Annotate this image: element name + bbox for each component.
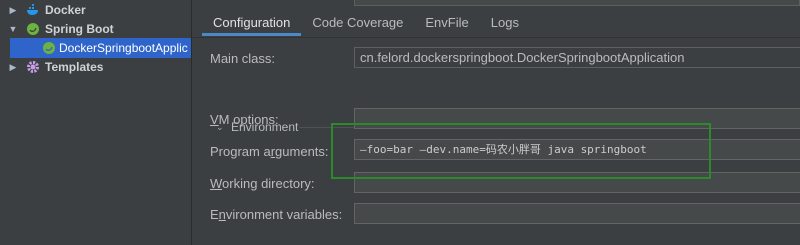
tree-item-label: DockerSpringbootApplic xyxy=(59,41,188,55)
mnemonic: V xyxy=(210,112,219,127)
name-field[interactable] xyxy=(354,0,800,6)
tab-bar: Configuration Code Coverage EnvFile Logs xyxy=(202,12,530,36)
tree-item-label: Spring Boot xyxy=(45,22,114,36)
mnemonic: n xyxy=(218,207,226,222)
tab-logs[interactable]: Logs xyxy=(480,12,530,36)
tree-item-templates[interactable]: ▶ Templates xyxy=(0,57,191,77)
tab-envfile[interactable]: EnvFile xyxy=(414,12,479,36)
docker-icon xyxy=(26,3,40,17)
program-arguments-label: Program arguments: xyxy=(210,144,329,159)
tab-configuration[interactable]: Configuration xyxy=(202,12,302,36)
gear-icon xyxy=(26,60,40,74)
label-text: Program a xyxy=(210,144,271,159)
tree-item-docker[interactable]: ▶ Docker xyxy=(0,0,191,20)
tree-item-label: Templates xyxy=(45,60,104,74)
environment-variables-field[interactable] xyxy=(354,203,800,224)
label-text: vironment variables: xyxy=(225,207,343,222)
run-configuration-dialog: ▶ Docker ▼ Spring Boot DockerSpringbootA… xyxy=(0,0,800,245)
working-directory-label: Working directory: xyxy=(210,176,315,191)
collapse-arrow-icon[interactable]: ▼ xyxy=(8,24,18,34)
configuration-tree: ▶ Docker ▼ Spring Boot DockerSpringbootA… xyxy=(0,0,191,245)
annotation-highlight-box xyxy=(331,123,711,179)
label-text: E xyxy=(210,207,219,222)
spring-boot-icon xyxy=(26,22,40,36)
label-text: M options: xyxy=(218,112,279,127)
tab-code-coverage[interactable]: Code Coverage xyxy=(301,12,414,36)
label-text: orking directory: xyxy=(222,176,315,191)
label-text: guments: xyxy=(275,144,329,159)
main-class-label: Main class: xyxy=(210,51,276,66)
expand-arrow-icon[interactable]: ▶ xyxy=(8,62,18,73)
spring-app-icon xyxy=(42,41,56,55)
tree-item-docker-springboot-application[interactable]: DockerSpringbootApplic xyxy=(10,38,191,58)
mnemonic: W xyxy=(210,176,223,191)
expand-arrow-icon[interactable]: ▶ xyxy=(8,5,18,16)
vm-options-label: VM options: xyxy=(210,112,279,127)
tree-item-label: Docker xyxy=(45,3,86,17)
environment-variables-label: Environment variables: xyxy=(210,207,342,222)
main-class-field[interactable]: cn.felord.dockerspringboot.DockerSpringb… xyxy=(354,47,800,68)
tree-item-spring-boot[interactable]: ▼ Spring Boot xyxy=(0,19,191,39)
